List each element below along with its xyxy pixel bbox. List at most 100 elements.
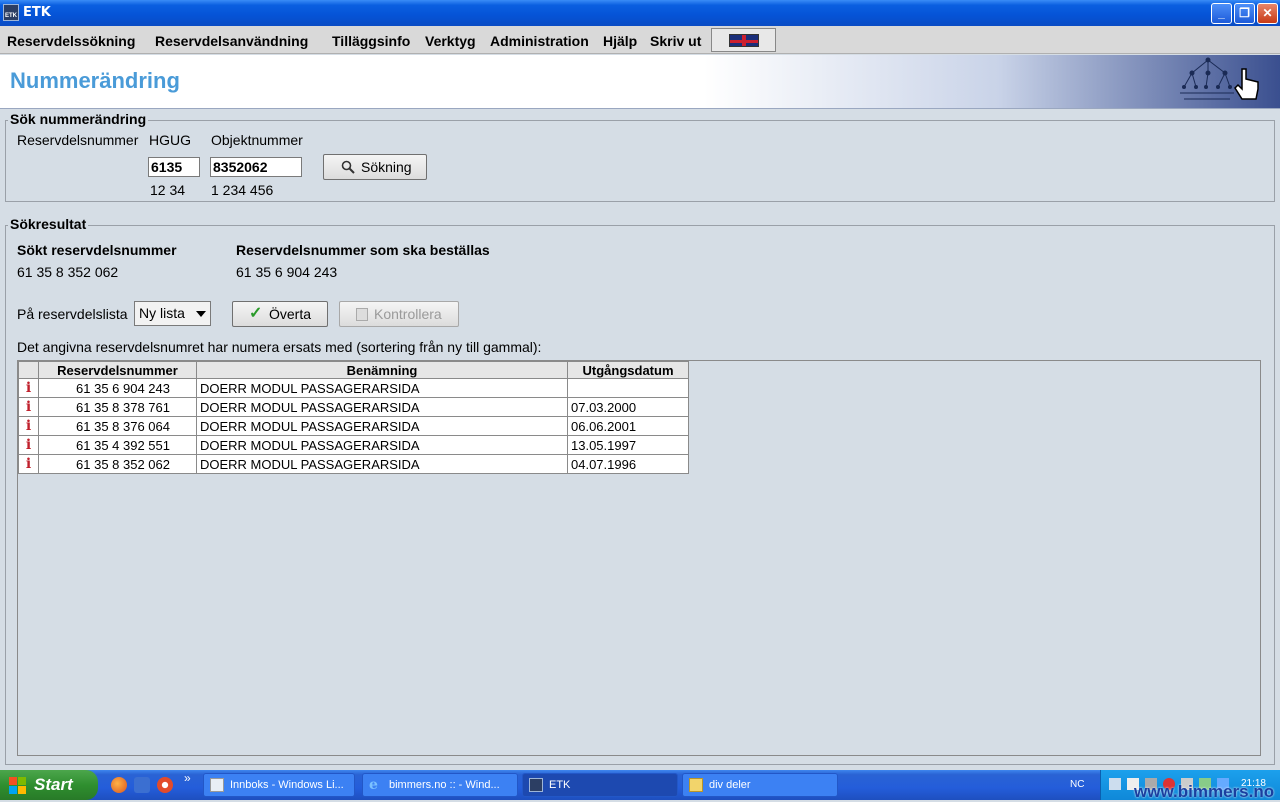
menu-reservdelsanvandning[interactable]: Reservdelsanvändning <box>155 33 308 49</box>
table-header-info <box>18 361 39 379</box>
taskbar: Start » Innboks - Windows Li... e bimmer… <box>0 770 1280 800</box>
mail-icon <box>210 778 224 792</box>
language-button[interactable] <box>711 28 776 52</box>
page-header: Nummerändring <box>0 55 1280 109</box>
quicklaunch-more-icon[interactable]: » <box>184 771 191 785</box>
row-name: DOERR MODUL PASSAGERARSIDA <box>196 378 568 398</box>
task-inbox[interactable]: Innboks - Windows Li... <box>203 773 355 797</box>
task-label: Innboks - Windows Li... <box>230 779 344 791</box>
row-part-number: 61 35 6 904 243 <box>38 378 197 398</box>
row-part-number: 61 35 8 376 064 <box>38 416 197 436</box>
table-header-expiry-date[interactable]: Utgångsdatum <box>567 361 689 379</box>
table-row[interactable]: i 61 35 8 352 062 DOERR MODUL PASSAGERAR… <box>18 454 689 474</box>
menu-hjalp[interactable]: Hjälp <box>603 33 637 49</box>
part-number-label: Reservdelsnummer <box>17 132 139 148</box>
ie-icon: e <box>369 777 378 793</box>
task-label: div deler <box>709 779 751 791</box>
row-part-number: 61 35 8 352 062 <box>38 454 197 474</box>
row-part-number: 61 35 8 378 761 <box>38 397 197 417</box>
watermark: www.bimmers.no <box>1134 782 1275 801</box>
order-number-label: Reservdelsnummer som ska beställas <box>236 242 490 258</box>
adopt-button-label: Överta <box>269 306 312 322</box>
object-number-label: Objektnummer <box>211 132 303 148</box>
adopt-button[interactable]: ✓ Överta <box>232 301 328 327</box>
menu-bar: Reservdelssökning Reservdelsanvändning T… <box>0 26 1280 54</box>
check-button[interactable]: Kontrollera <box>339 301 459 327</box>
etk-icon <box>529 778 543 792</box>
table-row[interactable]: i 61 35 8 378 761 DOERR MODUL PASSAGERAR… <box>18 397 689 417</box>
document-check-icon <box>356 308 368 321</box>
table-header-name[interactable]: Benämning <box>196 361 568 379</box>
task-label: ETK <box>549 779 571 791</box>
row-name: DOERR MODUL PASSAGERARSIDA <box>196 435 568 455</box>
start-label: Start <box>34 775 73 794</box>
menu-reservdelssokning[interactable]: Reservdelssökning <box>7 33 135 49</box>
menu-tillaggsinfo[interactable]: Tilläggsinfo <box>332 33 410 49</box>
chevron-down-icon <box>196 311 206 317</box>
language-indicator[interactable]: NC <box>1070 779 1084 790</box>
parts-list-select-value: Ny lista <box>139 305 185 321</box>
parts-list-select[interactable]: Ny lista <box>134 301 211 326</box>
table-header-row: Reservdelsnummer Benämning Utgångsdatum <box>18 361 689 379</box>
check-button-label: Kontrollera <box>374 306 442 322</box>
start-button[interactable]: Start <box>0 770 98 800</box>
replacement-description: Det angivna reservdelsnumret har numera … <box>17 339 542 355</box>
order-number-value: 61 35 6 904 243 <box>236 264 338 280</box>
firefox-icon[interactable] <box>111 777 127 793</box>
menu-verktyg[interactable]: Verktyg <box>425 33 476 49</box>
table-row[interactable]: i 61 35 6 904 243 DOERR MODUL PASSAGERAR… <box>18 378 689 398</box>
row-date: 07.03.2000 <box>567 397 689 417</box>
row-date: 06.06.2001 <box>567 416 689 436</box>
maximize-button[interactable]: ❐ <box>1234 3 1255 24</box>
minimize-button[interactable]: _ <box>1211 3 1232 24</box>
row-part-number: 61 35 4 392 551 <box>38 435 197 455</box>
parts-list-label: På reservdelslista <box>17 306 128 322</box>
object-number-input[interactable]: 8352062 <box>210 157 302 177</box>
task-etk[interactable]: ETK <box>522 773 678 797</box>
task-browser[interactable]: e bimmers.no :: - Wind... <box>362 773 518 797</box>
desktop-icon[interactable] <box>134 777 150 793</box>
row-name: DOERR MODUL PASSAGERARSIDA <box>196 397 568 417</box>
title-bar: ETK ETK _ ❐ ✕ <box>0 0 1280 26</box>
search-button-label: Sökning <box>361 159 412 175</box>
magnifier-icon <box>341 160 355 174</box>
page-title: Nummerändring <box>10 68 180 93</box>
hgug-hint: 12 34 <box>150 182 186 198</box>
info-icon[interactable]: i <box>18 435 39 455</box>
hgug-input[interactable]: 6135 <box>148 157 200 177</box>
row-name: DOERR MODUL PASSAGERARSIDA <box>196 454 568 474</box>
row-date <box>567 378 689 398</box>
info-icon[interactable]: i <box>18 378 39 398</box>
task-label: bimmers.no :: - Wind... <box>389 779 500 791</box>
menu-skriv-ut[interactable]: Skriv ut <box>650 33 701 49</box>
folder-icon <box>689 778 703 792</box>
row-date: 04.07.1996 <box>567 454 689 474</box>
etk-app-icon: ETK <box>3 4 19 21</box>
object-number-hint: 1 234 456 <box>211 182 274 198</box>
task-folder[interactable]: div deler <box>682 773 838 797</box>
hgug-label: HGUG <box>149 132 191 148</box>
search-group-title: Sök nummerändring <box>8 111 149 127</box>
results-table-area: Reservdelsnummer Benämning Utgångsdatum … <box>17 360 1261 756</box>
info-icon[interactable]: i <box>18 416 39 436</box>
searched-number-value: 61 35 8 352 062 <box>17 264 119 280</box>
window-title: ETK <box>23 5 51 20</box>
table-header-part-number[interactable]: Reservdelsnummer <box>38 361 197 379</box>
search-button[interactable]: Sökning <box>323 154 427 180</box>
results-group-title: Sökresultat <box>8 216 89 232</box>
network-icon[interactable] <box>1109 778 1121 790</box>
checkmark-icon: ✓ <box>249 305 263 322</box>
menu-administration[interactable]: Administration <box>490 33 589 49</box>
info-icon[interactable]: i <box>18 397 39 417</box>
table-row[interactable]: i 61 35 8 376 064 DOERR MODUL PASSAGERAR… <box>18 416 689 436</box>
table-row[interactable]: i 61 35 4 392 551 DOERR MODUL PASSAGERAR… <box>18 435 689 455</box>
row-name: DOERR MODUL PASSAGERARSIDA <box>196 416 568 436</box>
media-player-icon[interactable] <box>157 777 173 793</box>
uk-flag-icon <box>729 34 759 47</box>
searched-number-label: Sökt reservdelsnummer <box>17 242 177 258</box>
info-icon[interactable]: i <box>18 454 39 474</box>
results-table: Reservdelsnummer Benämning Utgångsdatum … <box>18 361 689 474</box>
close-button[interactable]: ✕ <box>1257 3 1278 24</box>
parts-hierarchy-hand-icon <box>1180 57 1259 100</box>
windows-logo-icon <box>9 777 26 794</box>
